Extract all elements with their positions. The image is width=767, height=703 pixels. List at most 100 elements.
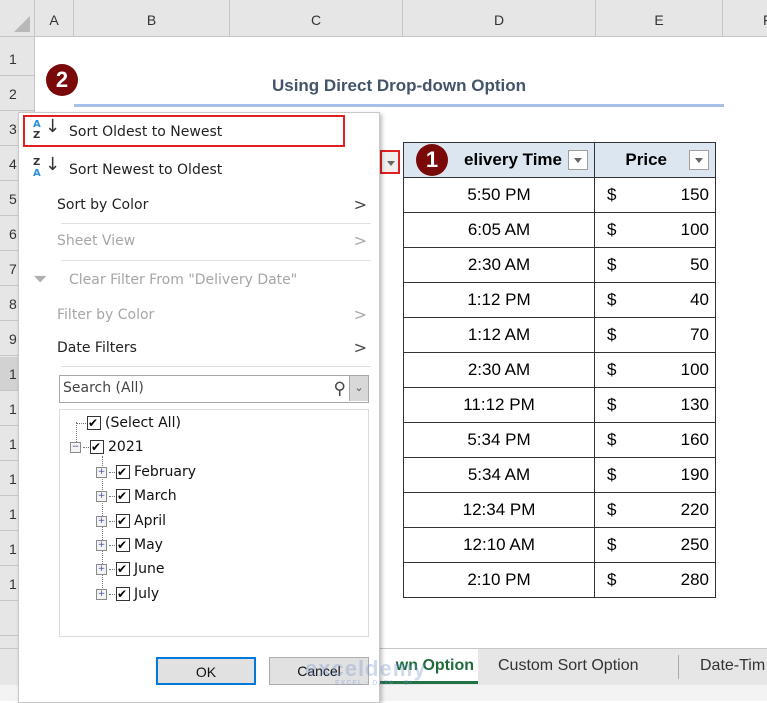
price-value: 40 [690,290,709,309]
price-cell[interactable]: $130 [594,387,716,423]
tree-item-month[interactable]: + July [96,583,159,605]
time-cell[interactable]: 2:10 PM [403,562,595,598]
price-value: 50 [690,255,709,274]
table-row: 12:10 AM $250 [403,527,716,563]
time-cell[interactable]: 1:12 PM [403,282,595,318]
time-cell[interactable]: 12:10 AM [403,527,595,563]
delivery-date-filter-button[interactable] [380,150,400,174]
filter-dropdown-button[interactable] [689,150,709,171]
collapse-icon[interactable]: − [70,441,81,453]
price-cell[interactable]: $100 [594,212,716,248]
price-cell[interactable]: $150 [594,177,716,213]
time-cell[interactable]: 5:50 PM [403,177,595,213]
price-cell[interactable]: $100 [594,352,716,388]
tree-item-month[interactable]: + February [96,461,196,483]
table-row: 5:34 PM $160 [403,422,716,458]
checkbox-checked[interactable] [116,485,130,507]
data-table: elivery Time Price 5:50 PM $150 6:05 AM $1… [403,142,716,598]
column-header-c[interactable]: C [230,0,403,36]
currency-symbol: $ [607,360,617,379]
checkbox-checked[interactable] [90,436,104,458]
select-all-corner[interactable] [0,0,35,36]
time-cell[interactable]: 2:30 AM [403,352,595,388]
price-cell[interactable]: $50 [594,247,716,283]
filter-dropdown-button[interactable] [568,150,588,171]
expand-icon[interactable]: + [96,539,107,551]
row-header[interactable]: 1 [0,42,34,76]
tree-item-month[interactable]: + June [96,558,165,580]
sheet-tab-custom-sort[interactable]: Custom Sort Option [498,649,668,684]
price-cell[interactable]: $160 [594,422,716,458]
checkbox-checked[interactable] [116,558,130,580]
column-header-f[interactable]: F [723,0,767,36]
checkbox-checked[interactable] [87,412,101,434]
price-cell[interactable]: $280 [594,562,716,598]
sheet-tab-date-time[interactable]: Date-Tim [700,649,767,684]
time-cell[interactable]: 5:34 AM [403,457,595,493]
menu-item-clear-filter[interactable]: ⏷ Clear Filter From "Delivery Date" [19,263,379,297]
table-row: 1:12 PM $40 [403,282,716,318]
time-cell[interactable]: 1:12 AM [403,317,595,353]
currency-symbol: $ [607,570,617,589]
column-header-b[interactable]: B [74,0,230,36]
price-value: 150 [680,185,709,204]
tree-item-month[interactable]: + March [96,485,177,507]
time-cell[interactable]: 11:12 PM [403,387,595,423]
row-header[interactable]: 2 [0,77,34,111]
price-cell[interactable]: $220 [594,492,716,528]
time-cell[interactable]: 5:34 PM [403,422,595,458]
chevron-right-icon: > [353,305,367,324]
menu-item-sort-newest-to-oldest[interactable]: Z A ↓ Sort Newest to Oldest [19,153,379,187]
table-row: 5:50 PM $150 [403,177,716,213]
tree-item-year[interactable]: − 2021 [70,436,144,458]
table-row: 6:05 AM $100 [403,212,716,248]
menu-separator [61,366,371,367]
checkbox-checked[interactable] [116,534,130,556]
checkbox-checked[interactable] [116,510,130,532]
expand-icon[interactable]: + [96,515,107,527]
table-row: 5:34 AM $190 [403,457,716,493]
currency-symbol: $ [607,255,617,274]
checkbox-checked[interactable] [116,583,130,605]
time-cell[interactable]: 2:30 AM [403,247,595,283]
price-cell[interactable]: $70 [594,317,716,353]
time-cell[interactable]: 6:05 AM [403,212,595,248]
menu-item-filter-by-color[interactable]: Filter by Color > [19,298,379,332]
chevron-down-icon[interactable]: ⌄ [349,376,368,401]
expand-icon[interactable]: + [96,588,107,600]
menu-item-date-filters[interactable]: Date Filters > [19,331,379,365]
price-cell[interactable]: $40 [594,282,716,318]
tree-item-month[interactable]: + May [96,534,163,556]
tree-item-label: February [134,464,197,480]
price-cell[interactable]: $250 [594,527,716,563]
price-value: 250 [680,535,709,554]
header-price: Price [594,142,716,178]
currency-symbol: $ [607,290,617,309]
price-value: 160 [680,430,709,449]
expand-icon[interactable]: + [96,466,107,478]
expand-icon[interactable]: + [96,490,107,502]
column-header-a[interactable]: A [35,0,74,36]
table-row: 2:30 AM $50 [403,247,716,283]
tree-item-label: (Select All) [105,415,181,431]
tree-item-select-all[interactable]: (Select All) [76,412,181,434]
tree-item-label: July [134,586,160,602]
search-input[interactable]: Search (All) ⚲ ⌄ [59,375,369,403]
price-value: 190 [680,465,709,484]
table-row: 11:12 PM $130 [403,387,716,423]
watermark-brand: exceldemy [305,656,427,681]
column-header-d[interactable]: D [403,0,596,36]
tree-item-month[interactable]: + April [96,510,166,532]
menu-item-label: Sheet View [57,233,136,249]
menu-item-sheet-view[interactable]: Sheet View > [19,224,379,258]
menu-item-sort-by-color[interactable]: Sort by Color > [19,188,379,222]
currency-symbol: $ [607,535,617,554]
time-cell[interactable]: 12:34 PM [403,492,595,528]
checkbox-checked[interactable] [116,461,130,483]
menu-item-label: Sort by Color [57,197,149,213]
column-header-e[interactable]: E [596,0,723,36]
currency-symbol: $ [607,500,617,519]
price-cell[interactable]: $190 [594,457,716,493]
expand-icon[interactable]: + [96,563,107,575]
ok-button[interactable]: OK [156,657,256,685]
